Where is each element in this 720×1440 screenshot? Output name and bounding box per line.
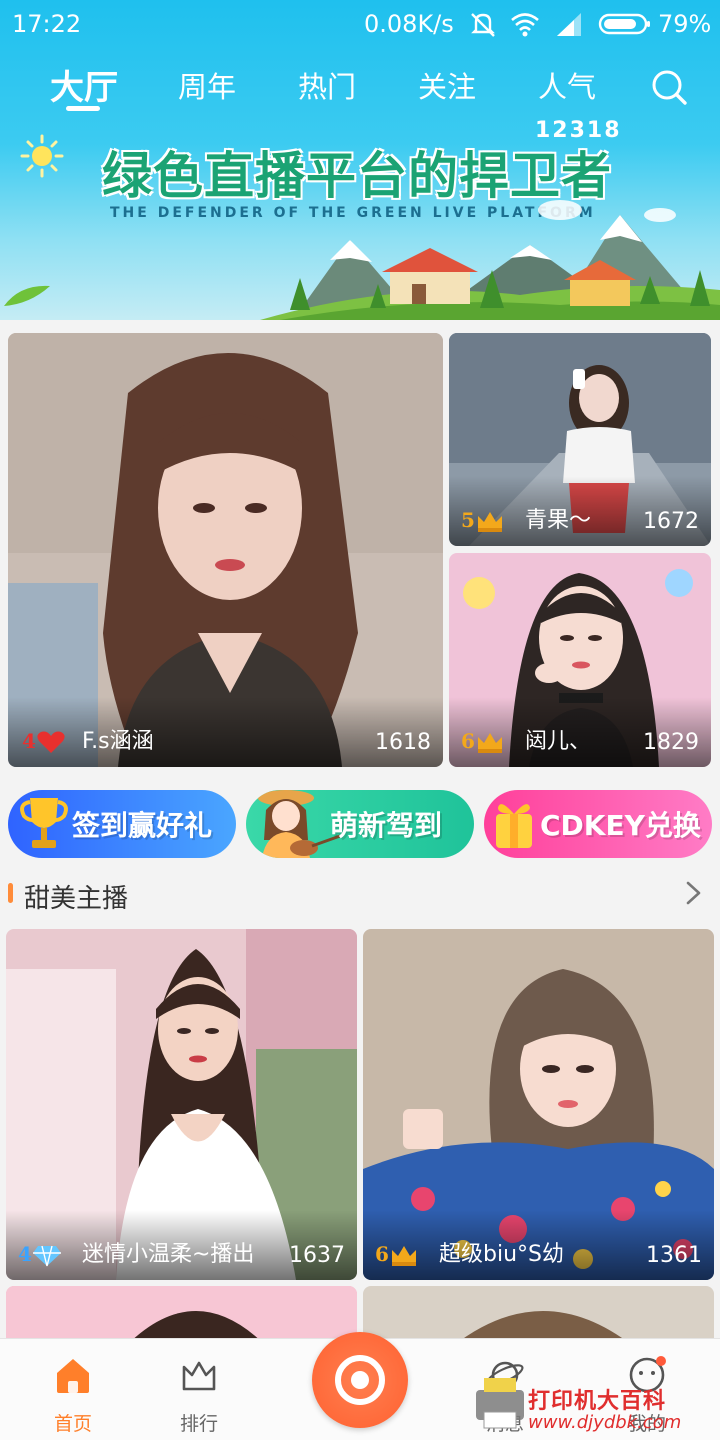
streamer-card-1[interactable]: 4 迷情小温柔~播出 1637 <box>6 929 357 1280</box>
streamer-name: 超级biu°S幼 <box>439 1242 564 1267</box>
section-title: 甜美主播 <box>24 884 129 914</box>
streamer-name: 青果～ <box>525 508 592 533</box>
cdkey-promo-button[interactable]: CDKEY兑换 <box>484 790 712 858</box>
top-tabs: 大厅 周年 热门 关注 人气 <box>0 58 720 118</box>
level-number: 4 <box>22 729 36 753</box>
streamer-card-2[interactable]: 6 超级biu°S幼 1361 <box>363 929 714 1280</box>
streamer-photo <box>363 1286 714 1346</box>
nav-ranking[interactable]: 排行 <box>144 1339 254 1440</box>
heart-icon <box>37 731 65 753</box>
tab-hot[interactable]: 热门 <box>298 64 356 106</box>
signal-icon <box>557 13 581 36</box>
crown-icon <box>392 1246 416 1266</box>
tab-anniversary[interactable]: 周年 <box>178 64 236 106</box>
streamer-card-3[interactable] <box>6 1286 357 1346</box>
chevron-right-icon[interactable] <box>680 878 706 908</box>
watermark-url: www.djydbk.com <box>528 1412 682 1433</box>
streamer-name: 闼儿、 <box>525 729 592 754</box>
sun-icon <box>20 134 64 178</box>
active-tab-indicator <box>66 106 100 111</box>
network-speed: 0.08K/s <box>364 10 454 38</box>
crown-icon <box>478 733 502 753</box>
diamond-icon <box>33 1245 61 1267</box>
tab-follow[interactable]: 关注 <box>418 64 476 106</box>
viewer-count: 1361 <box>646 1243 702 1268</box>
crown-icon <box>478 512 502 532</box>
promo-label: CDKEY兑换 <box>540 809 701 842</box>
streamer-photo <box>6 1286 357 1346</box>
tab-popular[interactable]: 人气 <box>538 64 596 106</box>
banner-scenery <box>4 200 720 320</box>
status-bar: 17:22 0.08K/s 79% <box>0 0 720 50</box>
banner-title: 绿色直播平台的捍卫者 <box>102 147 612 205</box>
battery-icon <box>598 13 650 35</box>
wifi-icon <box>511 13 539 37</box>
girl-guitar-icon <box>258 790 341 858</box>
header-banner: 17:22 0.08K/s 79% 大厅 周年 热门 关注 人气 12318 绿… <box>0 0 720 320</box>
featured-card-2[interactable]: 5 青果～ 1672 <box>449 333 711 546</box>
go-live-button[interactable] <box>312 1332 408 1428</box>
newbie-promo-button[interactable]: 萌新驾到 <box>246 790 474 858</box>
tab-hall[interactable]: 大厅 <box>50 60 118 109</box>
trophy-icon <box>20 798 68 848</box>
live-camera-icon <box>335 1355 385 1405</box>
viewer-count: 1672 <box>643 509 699 534</box>
viewer-count: 1637 <box>289 1243 345 1268</box>
home-icon <box>57 1359 89 1393</box>
search-icon[interactable] <box>648 66 690 108</box>
streamer-name: 迷情小温柔~播出 <box>82 1242 255 1267</box>
watermark-text: 打印机大百科 <box>528 1389 667 1414</box>
mute-icon <box>471 13 495 37</box>
level-number: 6 <box>375 1242 389 1266</box>
section-accent-bar <box>8 883 13 903</box>
viewer-count: 1618 <box>375 730 431 755</box>
crown-outline-icon <box>182 1361 216 1391</box>
nav-label: 首页 <box>53 1413 92 1435</box>
promo-label: 萌新驾到 <box>330 809 443 842</box>
featured-card-3[interactable]: 6 闼儿、 1829 <box>449 553 711 767</box>
battery-percent: 79% <box>658 10 712 38</box>
level-number: 6 <box>461 729 475 753</box>
checkin-promo-button[interactable]: 签到赢好礼 <box>8 790 236 858</box>
nav-home[interactable]: 首页 <box>18 1339 128 1440</box>
streamer-card-4[interactable] <box>363 1286 714 1346</box>
level-number: 4 <box>18 1242 32 1266</box>
nav-label: 排行 <box>179 1413 218 1435</box>
viewer-count: 1829 <box>643 730 699 755</box>
level-number: 5 <box>461 508 475 532</box>
promo-label: 签到赢好礼 <box>72 809 213 842</box>
streamer-name: F.s涵涵 <box>82 729 154 754</box>
featured-card-main[interactable]: 4 F.s涵涵 1618 <box>8 333 443 767</box>
status-time: 17:22 <box>12 10 82 38</box>
gift-box-icon <box>496 804 532 848</box>
